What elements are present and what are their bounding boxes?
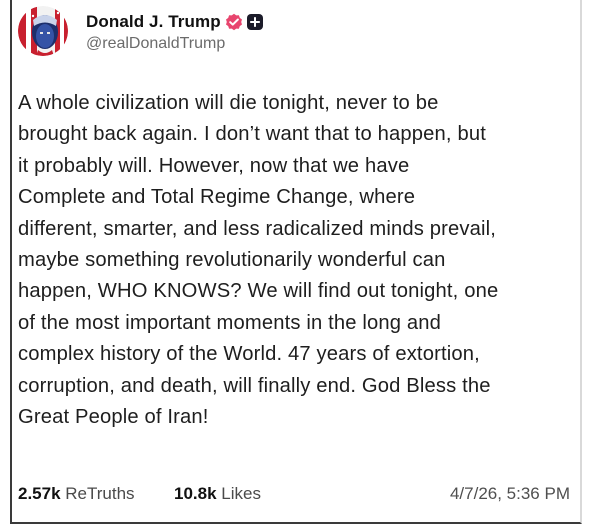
post-body: A whole civilization will die tonight, n… <box>18 88 574 433</box>
likes-count: 10.8k <box>174 484 217 503</box>
post-body-line: brought back again. I don’t want that to… <box>18 123 486 146</box>
author-name-row: Donald J. Trump <box>86 10 264 34</box>
retruths-stat[interactable]: 2.57k ReTruths <box>18 484 135 504</box>
post-body-line: maybe something revolutionarily wonderfu… <box>18 249 446 272</box>
post-footer: 2.57k ReTruths 10.8k Likes 4/7/26, 5:36 … <box>18 484 574 508</box>
post-timestamp[interactable]: 4/7/26, 5:36 PM <box>450 484 570 504</box>
post-body-line: corruption, and death, will finally end.… <box>18 374 491 397</box>
post-body-line: of the most important moments in the lon… <box>18 311 442 334</box>
post-header: Donald J. Trump @realDonaldTrump <box>16 4 556 64</box>
verified-badge-icon <box>225 13 243 31</box>
post-body-line: it probably will. However, now that we h… <box>18 154 410 177</box>
avatar[interactable] <box>18 6 68 56</box>
post-body-line: A whole civilization will die tonight, n… <box>18 92 439 114</box>
post-body-line: Great People of Iran! <box>18 406 209 429</box>
retruths-label: ReTruths <box>65 484 135 503</box>
post-card: Donald J. Trump @realDonaldTrump A whole… <box>10 0 582 524</box>
retruths-count: 2.57k <box>18 484 61 503</box>
post-body-line: complex history of the World. 47 years o… <box>18 343 480 366</box>
likes-label: Likes <box>221 484 261 503</box>
post-body-line: Complete and Total Regime Change, where <box>18 186 416 209</box>
likes-stat[interactable]: 10.8k Likes <box>174 484 261 504</box>
post-body-line: happen, WHO KNOWS? We will find out toni… <box>18 280 499 303</box>
post-body-line: different, smarter, and less radicalized… <box>18 217 497 240</box>
author-identity: Donald J. Trump @realDonaldTrump <box>86 10 264 53</box>
author-display-name[interactable]: Donald J. Trump <box>86 12 221 32</box>
plus-badge-icon <box>246 13 264 31</box>
author-handle[interactable]: @realDonaldTrump <box>86 35 264 53</box>
avatar-image <box>18 6 68 56</box>
